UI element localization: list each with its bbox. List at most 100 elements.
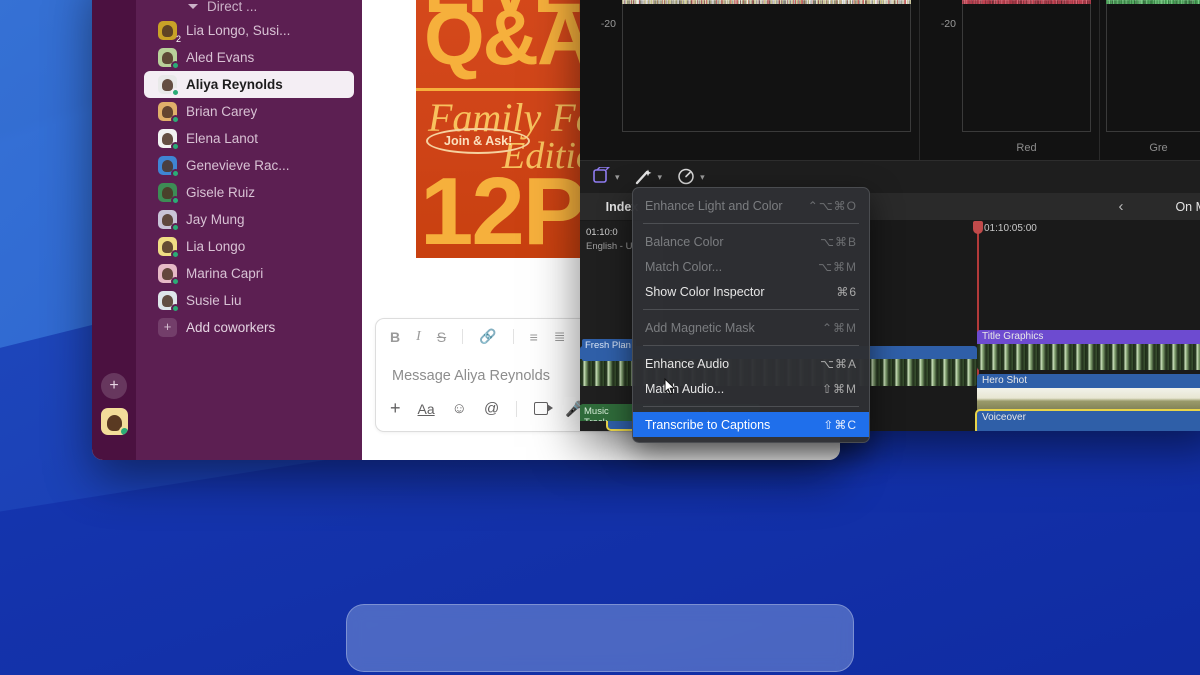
table-row[interactable]: Title Graphics [977,330,1200,370]
slack-workspace-rail: + [92,0,136,460]
sidebar-item-label: Marina Capri [186,266,264,281]
italic-button[interactable]: I [416,329,421,345]
menu-item-balance-color: Balance Color ⌥⌘B [633,229,869,254]
presence-indicator [171,250,180,259]
sidebar-item-aled-evans[interactable]: Aled Evans [144,44,354,71]
sidebar-item-label: Susie Liu [186,293,242,308]
sidebar-section-label: Direct ... [207,0,258,14]
sidebar-item-label: Jay Mung [186,212,245,227]
avatar [158,48,180,70]
green-channel-label: Gre [1149,142,1168,154]
toolbar-divider [512,329,514,344]
chevron-down-icon[interactable]: ▾ [658,172,663,183]
red-parade-scope[interactable]: 0 -20 Red [920,0,1100,160]
sidebar-item-susie-liu[interactable]: Susie Liu [144,287,354,314]
waveform-trace [622,0,911,4]
toolbar-divider [516,400,518,417]
waveform-scope[interactable]: 25 0 -20 [580,0,920,160]
menu-item-label: Match Audio... [645,381,725,396]
sidebar-item-genevieve-rac[interactable]: Genevieve Rac... [144,152,354,179]
green-parade-plot [1106,0,1200,160]
chevron-down-icon[interactable]: ▾ [700,172,705,183]
speed-retime-icon[interactable] [675,167,697,187]
crop-transform-icon[interactable] [590,166,612,187]
presence-indicator [171,169,180,178]
formatting-button[interactable]: Aa [418,401,435,417]
red-parade-plot [962,0,1091,160]
sidebar-item-lia-longo[interactable]: Lia Longo [144,233,354,260]
strikethrough-button[interactable]: S [437,329,446,345]
video-clip-icon[interactable] [534,402,554,415]
back-chevron-icon[interactable]: ‹ [1118,198,1123,215]
avatar [158,75,180,97]
sidebar-item-label: Gisele Ruiz [186,185,256,200]
clip-fresh-plan[interactable]: Fresh Plan [582,339,636,361]
sidebar-item-add-coworkers[interactable]: + Add coworkers [144,314,354,341]
video-scopes: 25 0 -20 0 -20 Red [580,0,1200,160]
chevron-down-icon[interactable]: ▾ [615,172,620,183]
green-graticule [1106,0,1200,132]
link-button[interactable]: 🔗 [479,328,496,345]
axis-tick: -20 [940,18,956,30]
menu-item-shortcut: ⌃⌥⌘O [807,198,857,213]
attach-button[interactable]: + [390,398,401,419]
menu-item-label: Enhance Audio [645,356,730,371]
poster-line-2: Q&A [424,0,593,81]
menu-item-match-audio[interactable]: Match Audio... ⇧⌘M [633,376,869,401]
sidebar-item-aliya-reynolds[interactable]: Aliya Reynolds [144,71,354,98]
avatar [158,102,180,124]
add-workspace-button[interactable]: + [101,373,127,399]
sidebar-item-marina-capri[interactable]: Marina Capri [144,260,354,287]
menu-divider [643,223,859,224]
magic-wand-icon[interactable] [633,167,655,187]
red-channel-label: Red [1016,142,1037,154]
playhead-handle[interactable] [973,221,983,234]
sidebar-item-elena-lanot[interactable]: Elena Lanot [144,125,354,152]
menu-item-label: Balance Color [645,234,724,249]
menu-divider [643,406,859,407]
axis-tick: -20 [600,18,616,30]
menu-item-add-magnetic-mask: Add Magnetic Mask ⌃⌘M [633,315,869,340]
clip-filmstrip [977,344,1200,370]
clip-label: Music Track [584,406,609,421]
menu-item-shortcut: ⌃⌘M [821,320,857,335]
dock [346,604,854,672]
red-graticule [962,0,1091,132]
ordered-list-button[interactable]: ≡ [530,329,538,345]
menu-item-transcribe-to-captions[interactable]: Transcribe to Captions ⇧⌘C [633,412,869,437]
clip-music-track[interactable]: Music Track [580,405,638,421]
unread-badge: 2 [175,34,181,44]
table-row[interactable]: Voiceover [975,409,1200,431]
sidebar-item-gisele-ruiz[interactable]: Gisele Ruiz [144,179,354,206]
menu-item-match-color: Match Color... ⌥⌘M [633,254,869,279]
enhancement-context-menu[interactable]: Enhance Light and Color ⌃⌥⌘O Balance Color… [632,187,870,443]
clip-label: Hero Shot [982,375,1028,386]
waveform-plot [622,0,911,160]
sidebar-item-label: Elena Lanot [186,131,259,146]
sidebar-section-direct-messages[interactable]: Direct ... [136,0,362,17]
mention-button[interactable]: @ [484,400,499,417]
parade-axis-red: 0 -20 [920,0,962,160]
menu-item-shortcut: ⇧⌘C [823,417,857,432]
sidebar-item-brian-carey[interactable]: Brian Carey [144,98,354,125]
emoji-button[interactable]: ☺ [452,400,467,417]
avatar [158,156,180,178]
bullet-list-button[interactable]: ≣ [554,328,566,345]
presence-indicator [171,115,180,124]
menu-item-label: Enhance Light and Color [645,198,783,213]
avatar [158,210,180,232]
menu-item-show-color-inspector[interactable]: Show Color Inspector ⌘6 [633,279,869,304]
red-trace [962,0,1091,4]
bold-button[interactable]: B [390,329,400,345]
presence-indicator [171,277,180,286]
menu-item-enhance-audio[interactable]: Enhance Audio ⌥⌘A [633,351,869,376]
sidebar-item-jay-mung[interactable]: Jay Mung [144,206,354,233]
sidebar-item-lia-longo-susi[interactable]: 2 Lia Longo, Susi... [144,17,354,44]
green-parade-scope[interactable]: Gre [1100,0,1200,160]
green-trace [1106,0,1200,4]
avatar[interactable] [101,408,128,435]
table-row[interactable]: Hero Shot [977,374,1200,412]
project-name: On M [1175,199,1200,214]
poster-badge: Join & Ask! [426,128,531,154]
avatar [158,291,180,313]
